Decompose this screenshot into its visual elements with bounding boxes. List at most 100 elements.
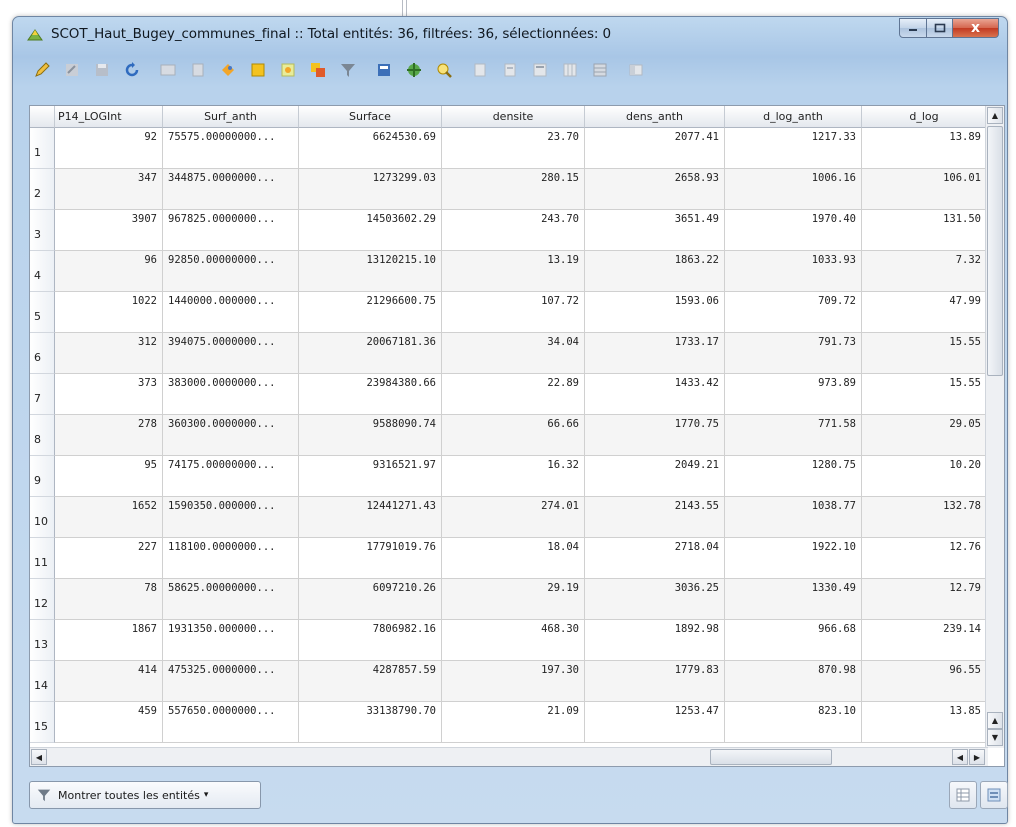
table-cell[interactable]: 1867 [55, 620, 163, 661]
table-cell[interactable]: 709.72 [725, 292, 862, 333]
table-cell[interactable]: 1440000.000000... [163, 292, 299, 333]
delete-field-icon[interactable] [499, 59, 521, 81]
table-cell[interactable]: 966.68 [725, 620, 862, 661]
row-header[interactable]: 4 [30, 251, 55, 292]
row-header[interactable]: 6 [30, 333, 55, 374]
table-cell[interactable]: 383000.0000000... [163, 374, 299, 415]
add-feature-icon[interactable] [157, 59, 179, 81]
table-cell[interactable]: 13120215.10 [299, 251, 442, 292]
table-cell[interactable]: 21.09 [442, 702, 585, 743]
table-cell[interactable]: 791.73 [725, 333, 862, 374]
table-cell[interactable]: 10.20 [862, 456, 987, 497]
table-cell[interactable]: 13.89 [862, 128, 987, 169]
table-cell[interactable]: 6624530.69 [299, 128, 442, 169]
table-cell[interactable]: 3036.25 [585, 579, 725, 620]
scroll-up-button[interactable]: ▲ [987, 712, 1003, 729]
table-cell[interactable]: 967825.0000000... [163, 210, 299, 251]
table-cell[interactable]: 20067181.36 [299, 333, 442, 374]
table-cell[interactable]: 1931350.000000... [163, 620, 299, 661]
table-cell[interactable]: 1330.49 [725, 579, 862, 620]
table-cell[interactable]: 29.19 [442, 579, 585, 620]
scroll-up-button[interactable]: ▲ [987, 107, 1003, 124]
row-header[interactable]: 12 [30, 579, 55, 620]
table-cell[interactable]: 9588090.74 [299, 415, 442, 456]
table-cell[interactable]: 6097210.26 [299, 579, 442, 620]
table-cell[interactable]: 1970.40 [725, 210, 862, 251]
table-row[interactable]: 10 1652 1590350.000000... 12441271.43 274.01… [30, 497, 987, 538]
pencil-icon[interactable] [31, 59, 53, 81]
table-cell[interactable]: 23984380.66 [299, 374, 442, 415]
column-header[interactable]: densite [442, 106, 585, 128]
filter-icon[interactable] [337, 59, 359, 81]
table-cell[interactable]: 3907 [55, 210, 163, 251]
table-cell[interactable]: 132.78 [862, 497, 987, 538]
table-cell[interactable]: 58625.00000000... [163, 579, 299, 620]
table-cell[interactable]: 3651.49 [585, 210, 725, 251]
row-header[interactable]: 2 [30, 169, 55, 210]
table-cell[interactable]: 1006.16 [725, 169, 862, 210]
table-cell[interactable]: 312 [55, 333, 163, 374]
table-cell[interactable]: 557650.0000000... [163, 702, 299, 743]
zoom-to-selection-icon[interactable] [433, 59, 455, 81]
scroll-left-button[interactable]: ◀ [952, 749, 968, 765]
table-cell[interactable]: 16.32 [442, 456, 585, 497]
row-header[interactable]: 14 [30, 661, 55, 702]
select-by-expression-icon[interactable] [307, 59, 329, 81]
table-cell[interactable]: 1922.10 [725, 538, 862, 579]
table-cell[interactable]: 2718.04 [585, 538, 725, 579]
table-cell[interactable]: 360300.0000000... [163, 415, 299, 456]
table-cell[interactable]: 96 [55, 251, 163, 292]
organize-columns-icon[interactable] [559, 59, 581, 81]
table-cell[interactable]: 7.32 [862, 251, 987, 292]
table-cell[interactable]: 973.89 [725, 374, 862, 415]
row-header[interactable]: 5 [30, 292, 55, 333]
dock-icon[interactable] [625, 59, 647, 81]
table-cell[interactable]: 1863.22 [585, 251, 725, 292]
column-header[interactable]: d_log_anth [725, 106, 862, 128]
table-cell[interactable]: 1652 [55, 497, 163, 538]
table-cell[interactable]: 29.05 [862, 415, 987, 456]
table-cell[interactable]: 280.15 [442, 169, 585, 210]
table-cell[interactable]: 274.01 [442, 497, 585, 538]
table-row[interactable]: 2 347 344875.0000000... 1273299.03 280.15 265… [30, 169, 987, 210]
table-cell[interactable]: 373 [55, 374, 163, 415]
row-header[interactable]: 10 [30, 497, 55, 538]
table-cell[interactable]: 1280.75 [725, 456, 862, 497]
table-cell[interactable]: 14503602.29 [299, 210, 442, 251]
table-cell[interactable]: 74175.00000000... [163, 456, 299, 497]
table-cell[interactable]: 33138790.70 [299, 702, 442, 743]
table-cell[interactable]: 1590350.000000... [163, 497, 299, 538]
table-cell[interactable]: 17791019.76 [299, 538, 442, 579]
minimize-button[interactable] [899, 18, 927, 38]
table-cell[interactable]: 459 [55, 702, 163, 743]
table-cell[interactable]: 1593.06 [585, 292, 725, 333]
table-cell[interactable]: 2143.55 [585, 497, 725, 538]
table-cell[interactable]: 107.72 [442, 292, 585, 333]
reload-icon[interactable] [121, 59, 143, 81]
table-cell[interactable]: 414 [55, 661, 163, 702]
table-cell[interactable]: 4287857.59 [299, 661, 442, 702]
table-cell[interactable]: 92 [55, 128, 163, 169]
maximize-button[interactable] [927, 18, 953, 38]
table-cell[interactable]: 12.79 [862, 579, 987, 620]
scroll-down-button[interactable]: ▼ [987, 729, 1003, 746]
table-cell[interactable]: 34.04 [442, 333, 585, 374]
table-cell[interactable]: 1892.98 [585, 620, 725, 661]
table-cell[interactable]: 21296600.75 [299, 292, 442, 333]
title-bar[interactable]: SCOT_Haut_Bugey_communes_final :: Total … [13, 17, 1007, 51]
table-cell[interactable]: 475325.0000000... [163, 661, 299, 702]
table-cell[interactable]: 1273299.03 [299, 169, 442, 210]
table-cell[interactable]: 95 [55, 456, 163, 497]
table-cell[interactable]: 771.58 [725, 415, 862, 456]
row-header[interactable]: 3 [30, 210, 55, 251]
table-cell[interactable]: 1770.75 [585, 415, 725, 456]
table-cell[interactable]: 106.01 [862, 169, 987, 210]
column-header[interactable]: d_log [862, 106, 987, 128]
cut-icon[interactable] [217, 59, 239, 81]
column-header[interactable]: P14_LOGInt [55, 106, 163, 128]
horizontal-scrollbar[interactable]: ◀ ◀ ▶ [30, 747, 988, 766]
table-row[interactable]: 7 373 383000.0000000... 23984380.66 22.89 143… [30, 374, 987, 415]
table-row[interactable]: 15 459 557650.0000000... 33138790.70 21.09 12… [30, 702, 987, 743]
table-cell[interactable]: 78 [55, 579, 163, 620]
table-cell[interactable]: 1217.33 [725, 128, 862, 169]
